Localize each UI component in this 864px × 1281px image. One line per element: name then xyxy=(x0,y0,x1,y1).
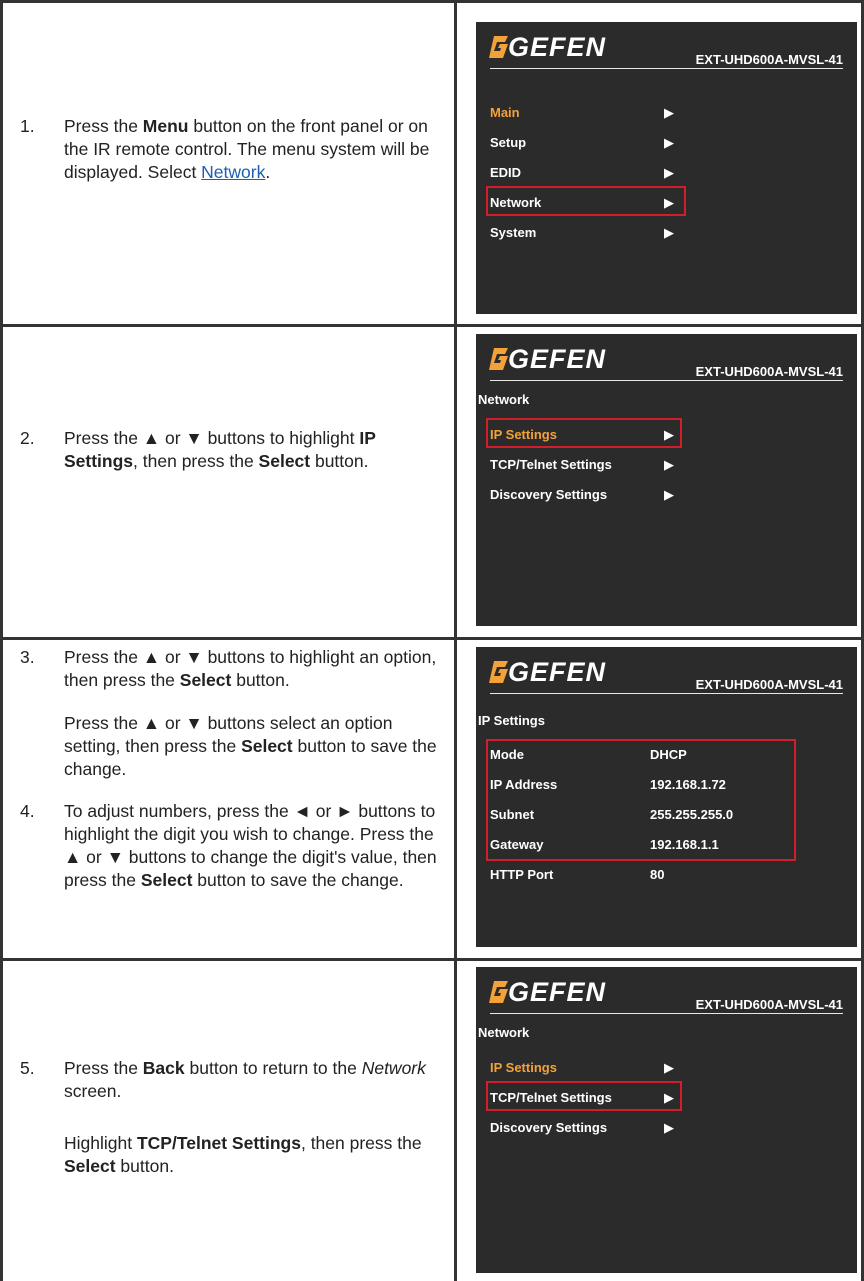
chevron-right-icon: ▶ xyxy=(664,457,674,472)
step-text: Press the Menu button on the front panel… xyxy=(64,116,430,182)
select-button-label: Select xyxy=(258,451,311,471)
setting-value-ip-address[interactable]: 192.168.1.72 xyxy=(650,777,726,792)
logo-text: GEFEN xyxy=(508,657,607,687)
menu-item-tcp-telnet[interactable]: TCP/Telnet Settings xyxy=(490,457,612,472)
row-divider xyxy=(0,637,864,640)
menu-item-setup[interactable]: Setup xyxy=(490,135,526,150)
tcp-telnet-label: TCP/Telnet Settings xyxy=(136,1133,301,1153)
selection-highlight xyxy=(486,418,682,448)
setting-label-mode[interactable]: Mode xyxy=(490,747,524,762)
step-number: 5. xyxy=(20,1058,35,1078)
menu-item-discovery[interactable]: Discovery Settings xyxy=(490,487,607,502)
screen-title: Network xyxy=(478,392,530,407)
setting-value-subnet[interactable]: 255.255.255.0 xyxy=(650,807,733,822)
gefen-logo-mark-icon xyxy=(489,348,508,370)
chevron-right-icon: ▶ xyxy=(664,135,674,150)
header-divider xyxy=(490,380,843,381)
selection-highlight xyxy=(486,1081,682,1111)
network-screen-label: Network xyxy=(361,1058,426,1078)
gefen-logo-mark-icon xyxy=(489,981,508,1003)
step-text: Press the Back button to return to the N… xyxy=(64,1058,426,1101)
logo-text: GEFEN xyxy=(508,344,607,374)
select-button-label: Select xyxy=(64,1156,116,1176)
gefen-logo-mark-icon xyxy=(489,661,508,683)
screen-title: Network xyxy=(478,1025,530,1040)
chevron-right-icon: ▶ xyxy=(664,1120,674,1135)
setting-label-http-port[interactable]: HTTP Port xyxy=(490,867,553,882)
selection-highlight xyxy=(486,186,686,216)
instruction-table: 1. Press the Menu button on the front pa… xyxy=(0,0,864,1281)
step-text: Highlight TCP/Telnet Settings, then pres… xyxy=(64,1133,422,1176)
device-screen-network-tcp: GEFEN EXT-UHD600A-MVSL-41 Network IP Set… xyxy=(476,967,857,1273)
device-screen-ip-settings: GEFEN EXT-UHD600A-MVSL-41 IP Settings Mo… xyxy=(476,647,857,947)
menu-item-main[interactable]: Main xyxy=(490,105,520,120)
setting-label-ip-address[interactable]: IP Address xyxy=(490,777,557,792)
device-screen-network: GEFEN EXT-UHD600A-MVSL-41 Network IP Set… xyxy=(476,334,857,626)
step-text: To adjust numbers, press the ◄ or ► butt… xyxy=(64,801,437,890)
step-number: 1. xyxy=(20,116,35,136)
step-text: Press the ▲ or ▼ buttons to highlight IP… xyxy=(64,428,376,471)
back-button-label: Back xyxy=(142,1058,185,1078)
header-divider xyxy=(490,693,843,694)
menu-button-label: Menu xyxy=(142,116,189,136)
device-screen-main-menu: GEFEN EXT-UHD600A-MVSL-41 Main ▶ Setup ▶… xyxy=(476,22,857,314)
model-number: EXT-UHD600A-MVSL-41 xyxy=(695,677,843,692)
step-number: 4. xyxy=(20,801,35,821)
setting-value-http-port[interactable]: 80 xyxy=(650,867,664,882)
select-button-label: Select xyxy=(140,870,193,890)
step-text: Press the ▲ or ▼ buttons to highlight an… xyxy=(64,647,437,690)
select-button-label: Select xyxy=(179,670,232,690)
chevron-right-icon: ▶ xyxy=(664,487,674,502)
setting-label-gateway[interactable]: Gateway xyxy=(490,837,543,852)
model-number: EXT-UHD600A-MVSL-41 xyxy=(695,997,843,1012)
model-number: EXT-UHD600A-MVSL-41 xyxy=(695,52,843,67)
setting-value-mode[interactable]: DHCP xyxy=(650,747,687,762)
setting-label-subnet[interactable]: Subnet xyxy=(490,807,534,822)
header-divider xyxy=(490,68,843,69)
menu-item-discovery[interactable]: Discovery Settings xyxy=(490,1120,607,1135)
menu-item-edid[interactable]: EDID xyxy=(490,165,521,180)
chevron-right-icon: ▶ xyxy=(664,1060,674,1075)
logo-text: GEFEN xyxy=(508,977,607,1007)
table-border-top xyxy=(0,0,864,3)
logo-text: GEFEN xyxy=(508,32,607,62)
step-number: 3. xyxy=(20,647,35,667)
chevron-right-icon: ▶ xyxy=(664,105,674,120)
menu-item-ip-settings[interactable]: IP Settings xyxy=(490,1060,557,1075)
step-number: 2. xyxy=(20,428,35,448)
chevron-right-icon: ▶ xyxy=(664,225,674,240)
header-divider xyxy=(490,1013,843,1014)
setting-value-gateway[interactable]: 192.168.1.1 xyxy=(650,837,719,852)
row-divider xyxy=(0,324,864,327)
network-link[interactable]: Network xyxy=(201,162,265,182)
model-number: EXT-UHD600A-MVSL-41 xyxy=(695,364,843,379)
chevron-right-icon: ▶ xyxy=(664,165,674,180)
screen-title: IP Settings xyxy=(478,713,545,728)
select-button-label: Select xyxy=(241,736,293,756)
gefen-logo-mark-icon xyxy=(489,36,508,58)
row-divider xyxy=(0,958,864,961)
menu-item-system[interactable]: System xyxy=(490,225,536,240)
step-text: Press the ▲ or ▼ buttons select an optio… xyxy=(64,713,437,779)
